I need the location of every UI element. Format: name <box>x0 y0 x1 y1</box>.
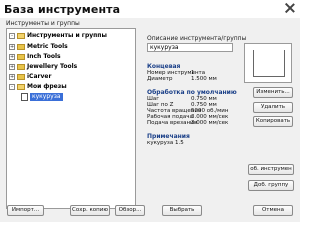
notes-text: кукуруза 1.5 <box>147 140 184 146</box>
cancel-button[interactable]: Отмена <box>253 205 293 216</box>
window-title: База инструмента <box>4 3 121 16</box>
collapse-icon[interactable]: - <box>9 32 15 39</box>
tree-item-label: iCarver <box>27 73 52 80</box>
folder-open-icon <box>17 32 25 39</box>
preview-line <box>253 50 254 76</box>
tool-file-icon <box>21 93 28 101</box>
expand-icon[interactable]: + <box>9 53 15 60</box>
expand-icon[interactable]: + <box>9 63 15 70</box>
dialog-client: Инструменты и группы - Инструменты и груп… <box>0 18 300 222</box>
tree-item-root[interactable]: - Инструменты и группы <box>9 32 107 40</box>
folder-icon <box>17 53 25 60</box>
section-title-tool: Концевая <box>147 63 181 70</box>
tree-item-label: Inch Tools <box>27 53 61 60</box>
tool-preview <box>244 43 292 83</box>
edit-button[interactable]: Изменить... <box>253 87 293 98</box>
delete-button[interactable]: Удалить <box>253 102 293 113</box>
copy-button[interactable]: Копировать <box>253 116 293 127</box>
tools-groups-label: Инструменты и группы <box>6 20 80 27</box>
section-title-notes: Примечания <box>147 133 190 140</box>
tree-item-inch-tools[interactable]: + Inch Tools <box>9 53 61 61</box>
expand-icon[interactable]: + <box>9 43 15 50</box>
tree-item-icarver[interactable]: + iCarver <box>9 73 51 81</box>
new-tool-button[interactable]: об. инструмен <box>248 164 294 175</box>
folder-icon <box>17 63 25 70</box>
new-group-button[interactable]: Доб. группу <box>248 180 294 191</box>
tree-item-jewellery-tools[interactable]: + Jewellery Tools <box>9 63 77 71</box>
description-label: Описание инструмента/группы <box>147 35 247 42</box>
tool-name-field: кукуруза <box>147 43 233 52</box>
folder-open-icon <box>17 83 25 90</box>
select-button[interactable]: Выбрать <box>162 205 202 216</box>
expand-icon[interactable]: + <box>9 73 15 80</box>
close-icon[interactable] <box>284 2 296 14</box>
browse-button[interactable]: Обзор... <box>115 205 145 216</box>
section-title-default-processing: Обработка по умолчанию <box>147 89 237 96</box>
folder-icon <box>17 73 25 80</box>
import-button[interactable]: Импорт... <box>7 205 44 216</box>
description-panel: кукуруза Концевая Номер инструмента1 Диа… <box>147 43 292 222</box>
title-bar: База инструмента <box>0 0 300 18</box>
collapse-icon[interactable]: - <box>9 83 15 90</box>
tree-item-my-cutters[interactable]: - Мои фрезы <box>9 83 67 91</box>
tree-item-metric-tools[interactable]: + Metric Tools <box>9 43 68 51</box>
folder-icon <box>17 43 25 50</box>
preview-line <box>253 76 285 77</box>
tree-item-label: Metric Tools <box>27 43 68 50</box>
tree-item-label: Инструменты и группы <box>27 32 107 39</box>
tool-tree[interactable]: - Инструменты и группы + Metric Tools + Inc… <box>6 28 136 209</box>
kv-plunge-rate: Подача врезания3.000 мм/сек <box>147 120 229 126</box>
tree-item-label: Jewellery Tools <box>27 63 78 70</box>
tree-item-label: Мои фрезы <box>27 83 67 90</box>
preview-line <box>284 50 285 76</box>
tree-item-selected[interactable]: кукуруза <box>30 93 63 101</box>
kv-diameter: Диаметр 1.500 мм <box>147 76 217 82</box>
save-copy-button[interactable]: Сохр. копию <box>70 205 110 216</box>
